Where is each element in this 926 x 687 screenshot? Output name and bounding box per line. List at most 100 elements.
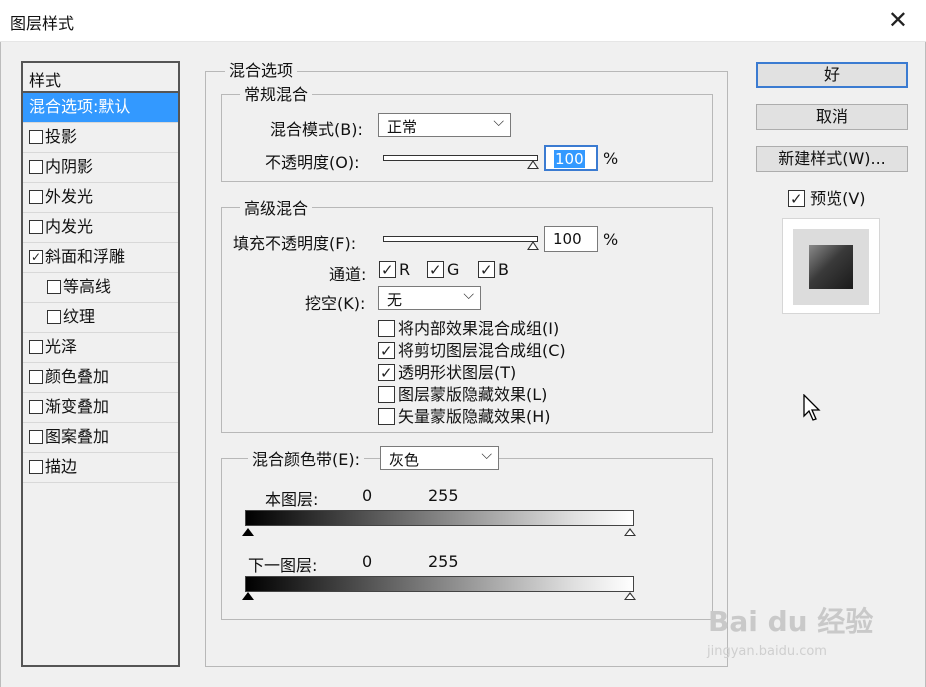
style-item[interactable]: 等高线 <box>23 273 178 303</box>
blend-if-group <box>221 458 713 620</box>
channel-label: R <box>399 260 411 279</box>
style-item-label: 渐变叠加 <box>45 397 110 416</box>
knockout-value: 无 <box>387 291 403 309</box>
style-item-checkbox[interactable] <box>29 220 43 234</box>
style-item-checkbox[interactable] <box>29 250 43 264</box>
opacity-label: 不透明度(O): <box>265 153 360 172</box>
style-item-checkbox[interactable] <box>29 160 43 174</box>
style-item[interactable]: 图案叠加 <box>23 423 178 453</box>
style-item[interactable]: 描边 <box>23 453 178 483</box>
this-layer-max: 255 <box>428 486 459 505</box>
preview-background <box>793 229 869 305</box>
style-item[interactable]: 外发光 <box>23 183 178 213</box>
preview-thumbnail <box>782 218 880 314</box>
style-item-checkbox[interactable] <box>29 430 43 444</box>
underlying-layer-min: 0 <box>362 552 373 571</box>
channel-r-checkbox[interactable]: R <box>379 260 410 279</box>
advanced-option-label: 将内部效果混合成组(I) <box>398 319 560 338</box>
style-item[interactable]: 斜面和浮雕 <box>23 243 178 273</box>
advanced-option-checkbox[interactable]: 图层蒙版隐藏效果(L) <box>378 381 547 405</box>
preview-checkbox[interactable]: 预览(V) <box>788 185 866 209</box>
checkbox-icon[interactable] <box>378 408 395 425</box>
advanced-option-label: 透明形状图层(T) <box>398 363 517 382</box>
style-item-checkbox[interactable] <box>47 280 61 294</box>
ok-button[interactable]: 好 <box>756 62 908 88</box>
style-item-label: 混合选项:默认 <box>29 97 131 116</box>
style-item-checkbox[interactable] <box>29 340 43 354</box>
underlying-layer-black-slider[interactable] <box>242 592 254 600</box>
checkbox-icon[interactable] <box>378 342 395 360</box>
style-item[interactable]: 颜色叠加 <box>23 363 178 393</box>
opacity-input[interactable]: 100 <box>544 145 598 171</box>
blend-mode-select[interactable]: 正常 ⌵ <box>378 113 511 137</box>
style-item-label: 纹理 <box>63 307 96 326</box>
channel-b-checkbox[interactable]: B <box>478 260 509 279</box>
fill-opacity-input[interactable]: 100 <box>544 226 598 252</box>
chevron-down-icon: ⌵ <box>493 114 504 130</box>
underlying-layer-white-slider[interactable] <box>624 592 636 600</box>
style-item-label: 颜色叠加 <box>45 367 110 386</box>
checkbox-icon[interactable] <box>427 261 444 279</box>
this-layer-white-slider[interactable] <box>624 528 636 536</box>
fill-opacity-slider-track[interactable] <box>383 236 538 242</box>
checkbox-icon[interactable] <box>478 261 495 279</box>
style-item-label: 描边 <box>45 457 78 476</box>
style-item-checkbox[interactable] <box>29 190 43 204</box>
style-item[interactable]: 混合选项:默认 <box>23 93 178 123</box>
knockout-select[interactable]: 无 ⌵ <box>378 286 481 310</box>
fill-opacity-label: 填充不透明度(F): <box>233 234 357 253</box>
style-item-label: 外发光 <box>45 187 94 206</box>
advanced-option-checkbox[interactable]: 将内部效果混合成组(I) <box>378 315 559 339</box>
new-style-button[interactable]: 新建样式(W)... <box>756 146 908 172</box>
blend-if-label: 混合颜色带(E): <box>248 451 364 469</box>
style-item-label: 投影 <box>45 127 78 146</box>
blending-options-title: 混合选项 <box>225 62 298 80</box>
style-item[interactable]: 光泽 <box>23 333 178 363</box>
checkbox-icon[interactable] <box>379 261 396 279</box>
advanced-option-checkbox[interactable]: 将剪切图层混合成组(C) <box>378 337 566 361</box>
style-item-checkbox[interactable] <box>29 130 43 144</box>
checkbox-icon[interactable] <box>378 364 395 382</box>
this-layer-min: 0 <box>362 486 373 505</box>
advanced-option-label: 图层蒙版隐藏效果(L) <box>398 385 548 404</box>
style-item[interactable]: 内阴影 <box>23 153 178 183</box>
style-item-checkbox[interactable] <box>29 460 43 474</box>
advanced-option-checkbox[interactable]: 矢量蒙版隐藏效果(H) <box>378 403 551 427</box>
preview-label: 预览(V) <box>810 189 866 208</box>
style-item-checkbox[interactable] <box>29 370 43 384</box>
styles-header: 样式 <box>23 63 178 93</box>
fill-opacity-value: 100 <box>553 230 582 248</box>
channel-g-checkbox[interactable]: G <box>427 260 459 279</box>
advanced-option-label: 将剪切图层混合成组(C) <box>398 341 566 360</box>
style-item-label: 内阴影 <box>45 157 94 176</box>
advanced-option-checkbox[interactable]: 透明形状图层(T) <box>378 359 516 383</box>
style-item[interactable]: 渐变叠加 <box>23 393 178 423</box>
fill-opacity-slider-knob[interactable] <box>527 241 539 250</box>
blend-mode-label: 混合模式(B): <box>270 120 363 139</box>
advanced-blending-title: 高级混合 <box>240 200 313 218</box>
style-item[interactable]: 纹理 <box>23 303 178 333</box>
opacity-slider-knob[interactable] <box>527 160 539 169</box>
watermark-logo: Bai du 经验 <box>708 605 874 638</box>
style-item[interactable]: 投影 <box>23 123 178 153</box>
cancel-button[interactable]: 取消 <box>756 104 908 130</box>
style-item[interactable]: 内发光 <box>23 213 178 243</box>
this-layer-black-slider[interactable] <box>242 528 254 536</box>
knockout-label: 挖空(K): <box>305 294 366 313</box>
chevron-down-icon: ⌵ <box>481 447 492 463</box>
style-item-checkbox[interactable] <box>29 400 43 414</box>
checkbox-icon[interactable] <box>378 320 395 337</box>
window-title: 图层样式 <box>10 14 75 33</box>
blend-if-select[interactable]: 灰色 ⌵ <box>380 446 499 470</box>
style-item-label: 光泽 <box>45 337 78 356</box>
blend-mode-value: 正常 <box>387 118 418 136</box>
close-icon[interactable]: ✕ <box>888 6 908 34</box>
preview-check-icon[interactable] <box>788 190 805 208</box>
checkbox-icon[interactable] <box>378 386 395 403</box>
opacity-slider-track[interactable] <box>383 155 538 161</box>
styles-list: 样式 混合选项:默认投影内阴影外发光内发光斜面和浮雕等高线纹理光泽颜色叠加渐变叠… <box>21 61 180 667</box>
channel-label: B <box>498 260 509 279</box>
style-item-checkbox[interactable] <box>47 310 61 324</box>
style-item-label: 等高线 <box>63 277 112 296</box>
style-item-label: 图案叠加 <box>45 427 110 446</box>
